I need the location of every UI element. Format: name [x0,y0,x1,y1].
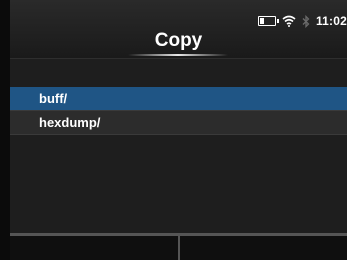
page-title: Copy [154,30,203,51]
bluetooth-icon [302,14,310,28]
status-bar: 11:02 [257,12,347,30]
file-list: buff/ hexdump/ [10,87,347,135]
list-item-label: hexdump/ [39,115,101,130]
battery-icon [257,16,279,26]
list-item-label: buff/ [39,91,68,106]
softkey-left[interactable] [10,236,178,260]
title-underline [128,54,228,56]
screen: 11:02 Copy buff/ hexdump/ [10,0,347,260]
header-divider [10,58,347,59]
header-bar: 11:02 Copy [10,0,347,58]
list-item-buff[interactable]: buff/ [10,87,347,111]
clock-time: 11:02 [315,14,347,28]
list-item-hexdump[interactable]: hexdump/ [10,111,347,135]
softkey-bar [10,233,347,260]
softkey-right[interactable] [177,236,347,260]
wifi-icon [282,15,296,27]
